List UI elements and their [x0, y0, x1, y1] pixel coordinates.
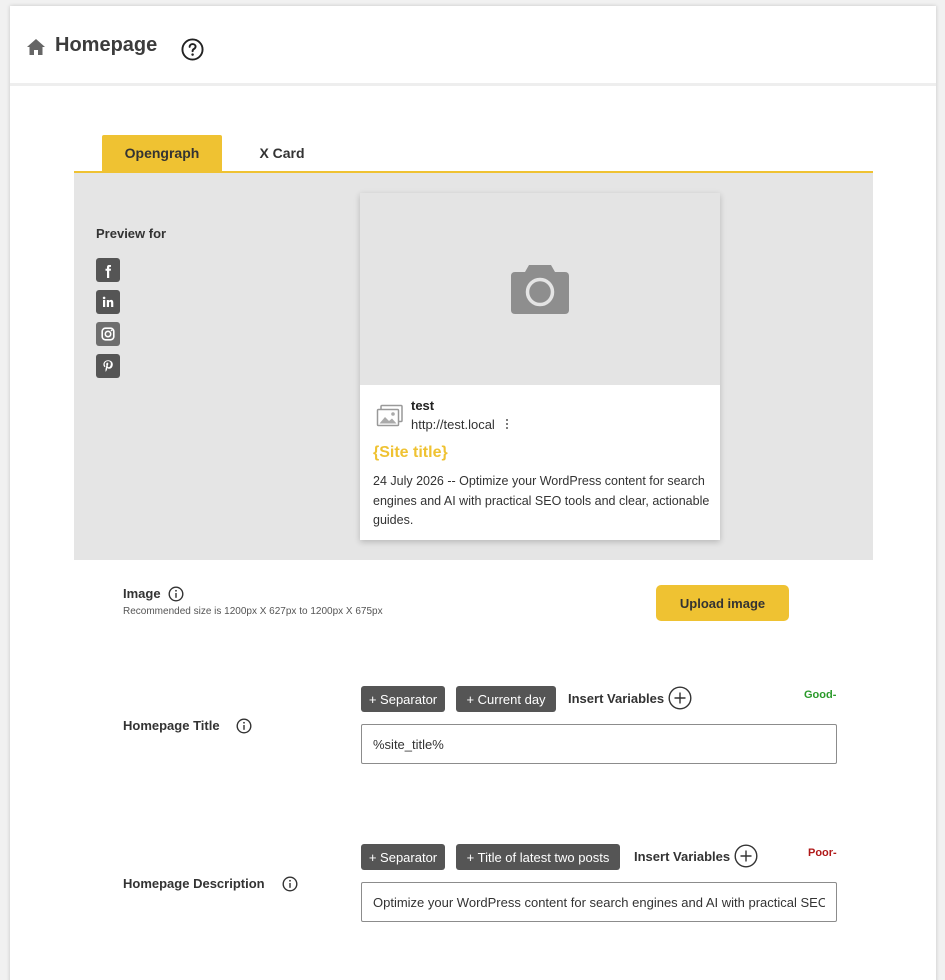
insert-variables-label[interactable]: Insert Variables [568, 691, 664, 706]
preview-site-name: test [411, 398, 435, 413]
homepage-title-input[interactable] [361, 724, 837, 764]
homepage-description-input[interactable] [361, 882, 837, 922]
homepage-title-label: Homepage Title [123, 718, 220, 733]
title-status-badge: Good- [804, 689, 837, 701]
current-day-chip[interactable]: + Current day [456, 686, 556, 712]
preview-image-placeholder [360, 193, 720, 385]
separator-chip[interactable]: + Separator [361, 844, 445, 870]
pinterest-icon[interactable] [96, 354, 120, 378]
insert-variables-label[interactable]: Insert Variables [634, 849, 730, 864]
preview-tabs: Opengraph X Card [74, 135, 873, 173]
linkedin-icon[interactable] [96, 290, 120, 314]
page-header: Homepage [10, 6, 936, 86]
info-icon[interactable] [282, 876, 298, 892]
help-circle-icon[interactable] [181, 38, 204, 61]
info-icon[interactable] [168, 586, 184, 602]
latest-posts-chip[interactable]: + Title of latest two posts [456, 844, 620, 870]
settings-panel: Homepage Opengraph X Card Preview for te… [10, 6, 936, 980]
preview-description: 24 July 2026 -- Optimize your WordPress … [373, 474, 710, 527]
image-label: Image [123, 586, 161, 601]
camera-icon [511, 265, 569, 314]
more-options-icon [506, 419, 508, 429]
page-title: Homepage [55, 34, 158, 56]
instagram-icon[interactable] [96, 322, 120, 346]
add-circle-icon[interactable] [734, 844, 758, 868]
preview-site-url: http://test.local [411, 417, 495, 432]
homepage-description-label: Homepage Description [123, 876, 265, 891]
image-size-hint: Recommended size is 1200px X 627px to 12… [123, 606, 383, 617]
description-status-badge: Poor- [808, 847, 837, 859]
opengraph-preview-card: test http://test.local {Site title} 24 J… [360, 193, 720, 540]
image-icon [376, 404, 403, 427]
add-circle-icon[interactable] [668, 686, 692, 710]
home-icon [27, 39, 45, 55]
tab-x-card[interactable]: X Card [222, 135, 342, 171]
social-preview-area: Preview for test http://test.local {Site… [74, 173, 873, 560]
tab-opengraph[interactable]: Opengraph [102, 135, 222, 171]
upload-image-button[interactable]: Upload image [656, 585, 789, 621]
info-icon[interactable] [236, 718, 252, 734]
preview-title: {Site title} [373, 444, 448, 461]
separator-chip[interactable]: + Separator [361, 686, 445, 712]
facebook-icon[interactable] [96, 258, 120, 282]
preview-for-label: Preview for [96, 226, 167, 241]
